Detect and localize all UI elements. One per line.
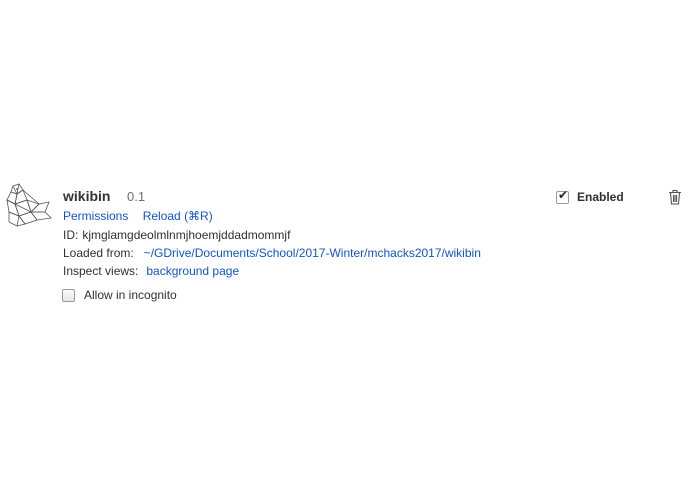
allow-incognito-row[interactable]: Allow in incognito <box>62 288 177 302</box>
loaded-from-path-link[interactable]: ~/GDrive/Documents/School/2017-Winter/mc… <box>144 246 481 260</box>
inspect-views-label: Inspect views: <box>63 264 139 278</box>
enabled-label: Enabled <box>577 190 624 204</box>
allow-incognito-label: Allow in incognito <box>84 288 177 302</box>
id-label: ID: <box>63 228 79 242</box>
extension-version: 0.1 <box>127 189 146 204</box>
loaded-from-label: Loaded from: <box>63 246 134 260</box>
enabled-checkbox[interactable]: ✔ <box>556 187 569 204</box>
background-page-link[interactable]: background page <box>146 264 239 278</box>
inspect-views-line: Inspect views: background page <box>63 264 239 278</box>
trash-icon[interactable] <box>668 189 682 205</box>
extension-links: Permissions Reload (⌘R) <box>63 209 213 223</box>
id-value: kjmglamgdeolmlnmjhoemjddadmommjf <box>82 228 291 242</box>
bird-logo-icon <box>6 183 52 227</box>
enabled-toggle-row[interactable]: ✔ Enabled <box>556 187 624 204</box>
extension-id-line: ID: kjmglamgdeolmlnmjhoemjddadmommjf <box>63 228 290 242</box>
extension-name: wikibin <box>63 188 111 204</box>
permissions-link[interactable]: Permissions <box>63 209 128 223</box>
reload-link[interactable]: Reload (⌘R) <box>143 209 213 223</box>
loaded-from-line: Loaded from: ~/GDrive/Documents/School/20… <box>63 246 481 260</box>
extension-card: wikibin 0.1 Permissions Reload (⌘R) ID: k… <box>0 178 695 318</box>
checkmark-icon: ✔ <box>558 187 569 202</box>
allow-incognito-checkbox[interactable] <box>62 288 75 302</box>
